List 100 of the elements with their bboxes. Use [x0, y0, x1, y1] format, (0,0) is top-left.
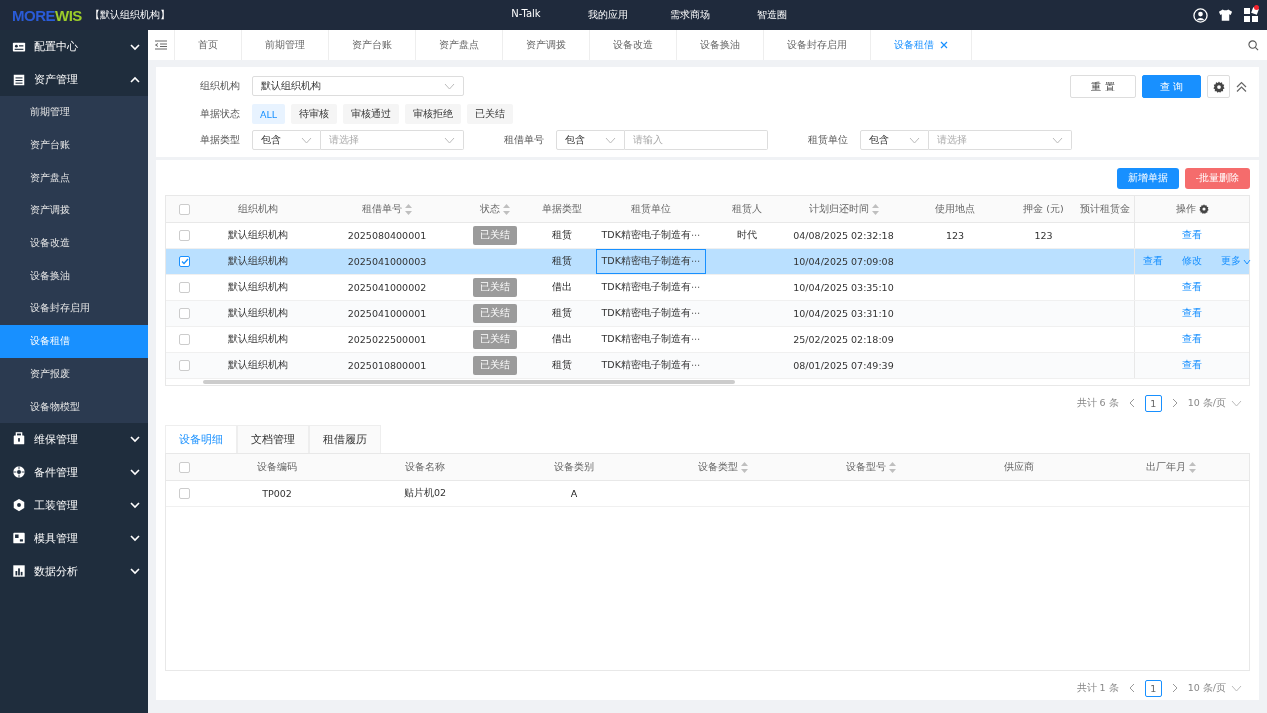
sidebar-item[interactable]: 资产台账 [0, 128, 148, 162]
sidebar-group[interactable]: 维保管理 [0, 422, 148, 456]
page-tab[interactable]: 设备改造 [590, 30, 677, 60]
table-row[interactable]: 默认组织机构 2025041000003 租赁 TDK精密电子制造有⋯ 10/04/2025 07:09:08 查看 修改 更多 [166, 249, 1249, 275]
sidebar-group[interactable]: 工装管理 [0, 488, 148, 522]
column-header[interactable]: 设备类型 [698, 460, 748, 474]
nav-link[interactable]: N-Talk [485, 8, 567, 22]
column-header: 操作 [1175, 202, 1196, 216]
sidebar-item[interactable]: 资产报废 [0, 357, 148, 391]
status-filter[interactable]: 审核拒绝 [405, 104, 462, 124]
sort-icon[interactable] [889, 461, 896, 473]
page-tab[interactable]: 设备换油 [677, 30, 764, 60]
nav-link[interactable]: 需求商场 [649, 8, 731, 22]
apps-icon[interactable] [1243, 7, 1259, 23]
operator-select[interactable]: 包含 [252, 130, 321, 150]
next-page-icon[interactable] [1171, 398, 1178, 408]
column-header[interactable]: 计划归还时间 [808, 202, 879, 216]
collapse-icon[interactable] [1236, 80, 1247, 93]
detail-tab[interactable]: 租借履历 [309, 425, 381, 453]
page-number[interactable]: 1 [1144, 679, 1162, 697]
column-header: 租赁单位 [631, 202, 671, 216]
checkbox[interactable] [179, 256, 190, 267]
checkbox[interactable] [179, 461, 190, 473]
checkbox[interactable] [179, 308, 190, 319]
page-tab[interactable]: 设备封存启用 [764, 30, 871, 60]
status-badge: 已关结 [472, 278, 517, 297]
sort-icon[interactable] [741, 461, 748, 473]
checkbox[interactable] [179, 230, 190, 241]
settings-button[interactable] [1207, 75, 1230, 98]
page-number[interactable]: 1 [1144, 394, 1162, 412]
sidebar-group[interactable]: 备件管理 [0, 455, 148, 489]
checkbox[interactable] [179, 282, 190, 293]
chevron-down-icon [130, 566, 140, 577]
table-row[interactable]: 默认组织机构 2025041000001 已关结 租赁 TDK精密电子制造有⋯ 10/04/2025 03:31:10 查看 [166, 301, 1249, 327]
status-filter[interactable]: 已关结 [467, 104, 514, 124]
close-icon[interactable] [940, 41, 948, 49]
column-header[interactable]: 租借单号 [362, 202, 412, 216]
sidebar-item[interactable]: 前期管理 [0, 96, 148, 129]
page-tab[interactable]: 前期管理 [242, 30, 329, 60]
table-cell: 2025041000002 [347, 282, 427, 293]
checkbox[interactable] [179, 203, 190, 215]
sort-icon[interactable] [405, 203, 412, 215]
status-badge: 已关结 [472, 330, 517, 349]
sidebar-group[interactable]: 配置中心 [0, 30, 148, 63]
status-filter[interactable]: 待审核 [291, 104, 338, 124]
table-cell: 时代 [737, 229, 757, 242]
sidebar-item[interactable]: 设备封存启用 [0, 292, 148, 325]
checkbox[interactable] [179, 334, 190, 345]
operator-select[interactable]: 包含 [860, 130, 929, 150]
sort-icon[interactable] [1189, 461, 1196, 473]
nav-link[interactable]: 我的应用 [567, 8, 649, 22]
sidebar-item[interactable]: 设备物模型 [0, 390, 148, 423]
page-size-select[interactable]: 10 条/页 [1187, 681, 1242, 695]
page-size-select[interactable]: 10 条/页 [1187, 396, 1242, 410]
sidebar-item[interactable]: 设备改造 [0, 226, 148, 260]
field-label: 组织机构 [200, 79, 241, 93]
shirt-icon[interactable] [1218, 8, 1233, 22]
organization-select[interactable]: 默认组织机构 [252, 76, 464, 96]
sidebar-group[interactable]: 资产管理 [0, 63, 148, 96]
column-header: 设备编码 [257, 460, 297, 474]
column-header[interactable]: 设备型号 [846, 460, 896, 474]
table-row[interactable]: 默认组织机构 2025010800001 已关结 租赁 TDK精密电子制造有⋯ 08/01/2025 07:49:39 查看 [166, 353, 1249, 379]
checkbox[interactable] [179, 488, 190, 499]
page-tab[interactable]: 首页 [175, 30, 242, 60]
previous-page-icon[interactable] [1128, 398, 1135, 408]
table-cell: 默认组织机构 [228, 307, 288, 320]
sort-icon[interactable] [871, 203, 879, 215]
search-icon[interactable] [1248, 39, 1259, 51]
sidebar-group[interactable]: 数据分析 [0, 554, 148, 588]
total-count: 共计 6 条 [1076, 396, 1119, 410]
sort-icon[interactable] [502, 203, 510, 215]
nav-link[interactable]: 智造圈 [731, 8, 813, 22]
settings-icon[interactable] [1198, 204, 1209, 214]
reset-button[interactable]: 重 置 [1070, 75, 1136, 98]
column-header[interactable]: 状态 [479, 202, 510, 216]
sidebar-item[interactable]: 设备换油 [0, 259, 148, 293]
table-cell: 默认组织机构 [228, 333, 288, 346]
table-cell: 10/04/2025 07:09:08 [793, 256, 894, 267]
table-cell: 默认组织机构 [228, 281, 288, 294]
field-label: 租借单号 [504, 133, 545, 147]
page-tab[interactable]: 资产台账 [329, 30, 416, 60]
sidebar-item[interactable]: 资产调拨 [0, 194, 148, 227]
field-label: 单据类型 [200, 133, 241, 147]
table-cell: 默认组织机构 [228, 229, 288, 242]
operator-select[interactable]: 包含 [556, 130, 625, 150]
status-badge: 已关结 [472, 304, 517, 323]
sidebar-group[interactable]: 模具管理 [0, 521, 148, 555]
sidebar-item[interactable]: 资产盘点 [0, 161, 148, 195]
table-cell: 2025080400001 [347, 230, 427, 241]
menu-fold-icon[interactable] [155, 40, 167, 50]
chevron-down-icon [130, 533, 140, 544]
next-page-icon[interactable] [1171, 683, 1178, 693]
page-tab[interactable]: 资产盘点 [416, 30, 503, 60]
column-header[interactable]: 出厂年月 [1146, 460, 1196, 474]
user-icon[interactable] [1193, 7, 1208, 23]
status-filter[interactable]: 审核通过 [343, 104, 400, 124]
detail-tab[interactable]: 文档管理 [237, 425, 309, 453]
checkbox[interactable] [179, 360, 190, 371]
page-tab[interactable]: 资产调拨 [503, 30, 590, 60]
previous-page-icon[interactable] [1128, 683, 1135, 693]
